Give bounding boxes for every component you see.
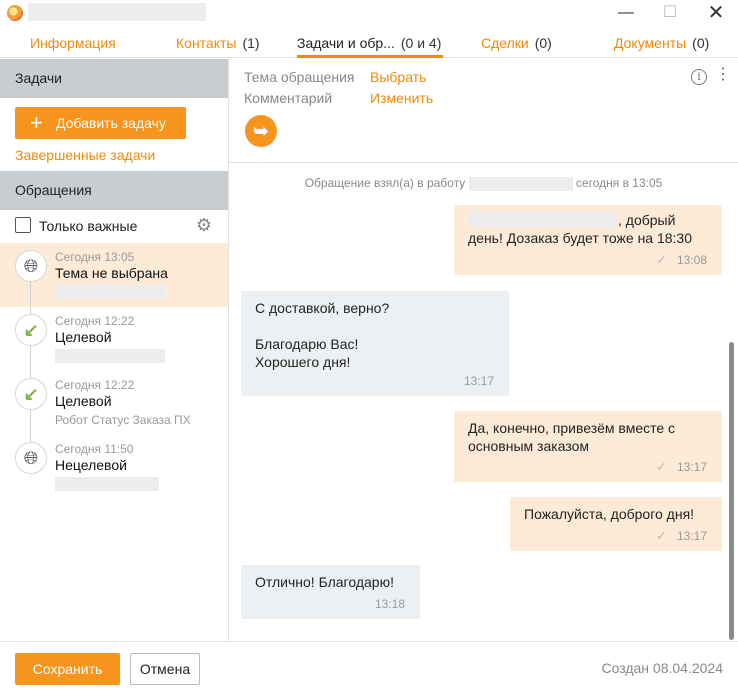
close-button[interactable]: ✕ xyxy=(701,2,731,24)
message-time: 13:17 xyxy=(463,374,494,388)
message-text: С доставкой, верно? Благодарю Вас! Хорош… xyxy=(255,300,390,370)
completed-tasks-link[interactable]: Завершенные задачи xyxy=(15,147,155,163)
chat-scrollbar[interactable] xyxy=(729,342,734,640)
tab-deals[interactable]: Сделки (0) xyxy=(481,28,552,58)
appeal-subtitle-redacted xyxy=(55,349,165,366)
appeal-title: Тема не выбрана xyxy=(55,265,168,281)
message-time: 13:17 xyxy=(676,460,707,474)
appeal-time: Сегодня 11:50 xyxy=(55,442,134,456)
tab-label: Документы xyxy=(614,35,687,51)
timeline-line xyxy=(30,435,31,442)
appeal-list: 🌐︎ Сегодня 13:05 Тема не выбрана ↙ Сегод… xyxy=(0,243,228,499)
appeal-item[interactable]: 🌐︎ Сегодня 13:05 Тема не выбрана xyxy=(0,243,228,307)
outgoing-message: Да, конечно, привезём вместе с основным … xyxy=(454,411,722,482)
outgoing-message: , добрый день! Дозаказ будет тоже на 18:… xyxy=(454,205,722,275)
topic-select-link[interactable]: Выбрать xyxy=(370,69,426,85)
tab-label: Сделки xyxy=(481,35,529,51)
outgoing-message: Пожалуйста, доброго дня! ✓ 13:17 xyxy=(510,497,722,551)
appeal-title: Нецелевой xyxy=(55,457,127,473)
tab-documents[interactable]: Документы (0) xyxy=(614,28,709,58)
only-important-checkbox[interactable] xyxy=(15,217,31,233)
appeal-time: Сегодня 12:22 xyxy=(55,378,135,392)
add-task-button[interactable]: + Добавить задачу xyxy=(15,107,186,139)
tab-tasks-appeals[interactable]: Задачи и обр... (0 и 4) xyxy=(297,28,443,58)
tab-count: (0) xyxy=(692,35,710,51)
window-title-redacted xyxy=(28,3,206,21)
footer: Сохранить Отмена Создан 08.04.2024 xyxy=(0,641,738,700)
tab-info[interactable]: Информация xyxy=(30,28,116,58)
message-text: Да, конечно, привезём вместе с основным … xyxy=(468,420,676,454)
cancel-button[interactable]: Отмена xyxy=(130,653,200,685)
tab-bar: Информация Контакты (1) Задачи и обр... (0… xyxy=(0,28,738,58)
appeal-time: Сегодня 12:22 xyxy=(55,314,135,328)
appeal-item[interactable]: ↙ Сегодня 12:22 Целевой xyxy=(0,307,228,371)
title-bar: — ☐ ✕ xyxy=(0,0,738,26)
appeal-subtitle-redacted xyxy=(55,477,159,494)
incoming-arrow-icon: ↙ xyxy=(15,314,47,346)
appeal-detail-panel: Тема обращения Выбрать Комментарий Измен… xyxy=(229,59,738,641)
created-date: Создан 08.04.2024 xyxy=(601,660,724,676)
chat-history: Обращение взял(а) в работу сегодня в 13:… xyxy=(229,164,738,641)
only-important-label: Только важные xyxy=(39,218,138,234)
incoming-arrow-icon: ↙ xyxy=(15,378,47,410)
gear-icon[interactable]: ⚙ xyxy=(194,215,214,235)
appeal-subtitle: Робот Статус Заказа ПХ xyxy=(55,413,191,427)
incoming-message: Отлично! Благодарю! 13:18 xyxy=(241,565,420,619)
save-button[interactable]: Сохранить xyxy=(15,653,120,685)
appeal-time: Сегодня 13:05 xyxy=(55,250,135,264)
more-options-icon[interactable]: ⋮ xyxy=(715,65,731,85)
check-icon: ✓ xyxy=(656,528,667,543)
appeal-detail-header: Тема обращения Выбрать Комментарий Измен… xyxy=(229,59,738,163)
tab-label: Задачи и обр... xyxy=(297,35,395,51)
forward-button[interactable]: ➥ xyxy=(245,115,277,147)
tab-label: Информация xyxy=(30,35,116,51)
check-icon: ✓ xyxy=(656,252,667,267)
plus-icon: + xyxy=(30,110,43,135)
topic-label: Тема обращения xyxy=(244,69,355,85)
appeals-header: Обращения xyxy=(0,171,228,210)
customer-name-redacted xyxy=(468,211,618,227)
system-message: Обращение взял(а) в работу сегодня в 13:… xyxy=(229,176,738,191)
appeal-title: Целевой xyxy=(55,393,112,409)
message-text: Отлично! Благодарю! xyxy=(255,574,394,590)
add-task-label: Добавить задачу xyxy=(56,115,166,131)
tab-label: Контакты xyxy=(176,35,237,51)
operator-name-redacted xyxy=(468,176,573,191)
comment-label: Комментарий xyxy=(244,90,333,106)
tab-count: (0) xyxy=(534,35,552,51)
info-icon[interactable]: i xyxy=(691,69,707,85)
appeal-title: Целевой xyxy=(55,329,112,345)
globe-icon: 🌐︎ xyxy=(15,250,47,282)
check-icon: ✓ xyxy=(656,459,667,474)
comment-edit-link[interactable]: Изменить xyxy=(370,90,433,106)
incoming-message: С доставкой, верно? Благодарю Вас! Хорош… xyxy=(241,291,509,396)
minimize-button[interactable]: — xyxy=(611,2,641,24)
appeal-item[interactable]: ↙ Сегодня 12:22 Целевой Робот Статус Зак… xyxy=(0,371,228,435)
message-time: 13:18 xyxy=(374,597,405,611)
globe-icon: 🌐︎ xyxy=(15,442,47,474)
appeal-subtitle-redacted xyxy=(55,285,165,302)
appeal-item[interactable]: 🌐︎ Сегодня 11:50 Нецелевой xyxy=(0,435,228,499)
maximize-button[interactable]: ☐ xyxy=(655,2,685,24)
system-message-prefix: Обращение взял(а) в работу xyxy=(304,176,466,190)
tasks-header: Задачи xyxy=(0,59,228,98)
app-logo-icon xyxy=(7,5,23,21)
tab-contacts[interactable]: Контакты (1) xyxy=(176,28,260,58)
forward-arrow-icon: ➥ xyxy=(253,121,269,141)
left-panel: Задачи + Добавить задачу Завершенные зад… xyxy=(0,59,229,641)
system-message-suffix: сегодня в 13:05 xyxy=(575,176,663,190)
message-time: 13:08 xyxy=(676,253,707,267)
message-text: Пожалуйста, доброго дня! xyxy=(524,506,695,522)
tab-count: (1) xyxy=(242,35,260,51)
tab-count: (0 и 4) xyxy=(400,35,442,51)
message-time: 13:17 xyxy=(676,529,707,543)
